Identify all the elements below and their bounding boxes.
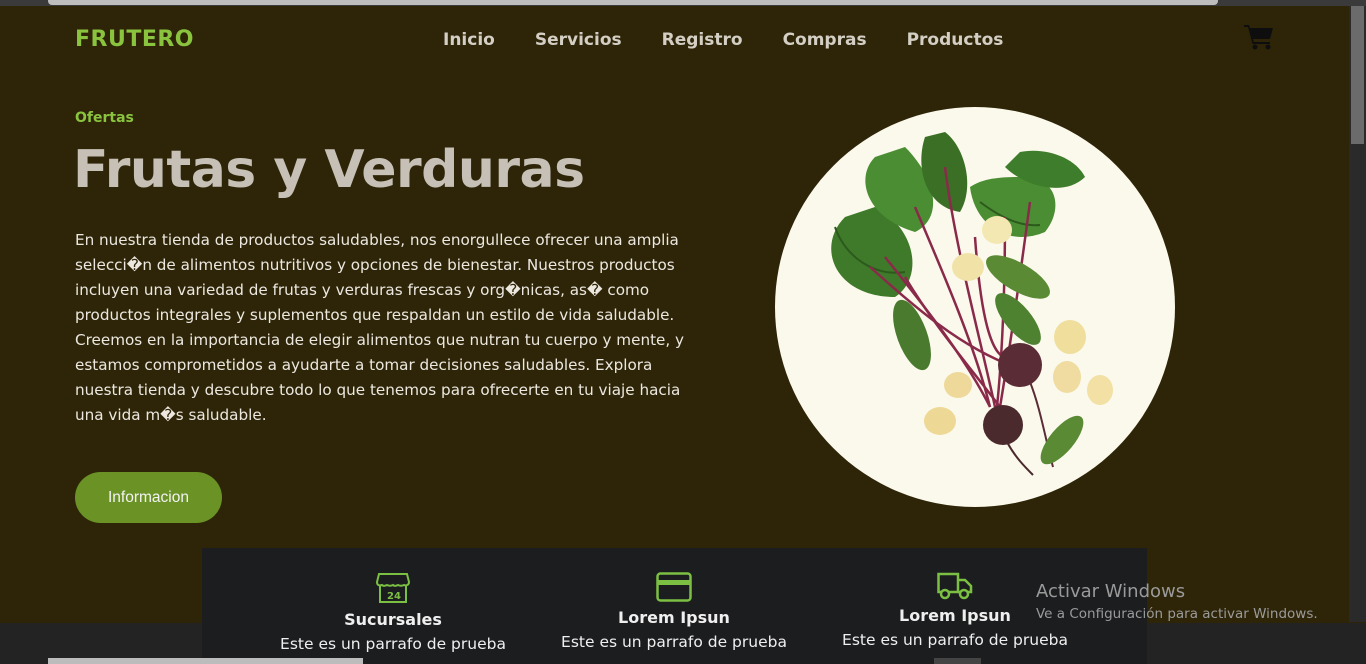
watermark-subtitle: Ve a Configuración para activar Windows.: [1036, 606, 1318, 622]
nav-item-inicio[interactable]: Inicio: [443, 30, 495, 50]
feature-item: Lorem Ipsun Este es un parrafo de prueba: [524, 572, 824, 651]
svg-text:24: 24: [387, 591, 401, 602]
nav-item-registro[interactable]: Registro: [662, 30, 743, 50]
feature-title: Sucursales: [344, 610, 442, 629]
feature-title: Lorem Ipsun: [618, 608, 730, 627]
delivery-truck-icon: [937, 572, 973, 600]
hero-title: Frutas y Verduras: [73, 140, 585, 200]
feature-text: Este es un parrafo de prueba: [842, 631, 1068, 649]
taskbar-strip: [48, 658, 363, 664]
features-section: 24 Sucursales Este es un parrafo de prue…: [202, 548, 1147, 664]
feature-text: Este es un parrafo de prueba: [280, 635, 506, 653]
scrollbar[interactable]: [1349, 6, 1366, 622]
taskbar-strip: [934, 658, 981, 664]
browser-top-bar: [48, 0, 1218, 5]
browser-top-strip: [0, 0, 1366, 6]
nav-item-productos[interactable]: Productos: [907, 30, 1004, 50]
logo[interactable]: FRUTERO: [75, 27, 194, 52]
windows-activation-watermark: Activar Windows Ve a Configuración para …: [1036, 581, 1318, 622]
credit-card-icon: [656, 572, 692, 602]
info-button[interactable]: Informacion: [75, 472, 222, 523]
vegetables-illustration: [831, 132, 1113, 476]
hero-image: [775, 107, 1175, 507]
main-nav: Inicio Servicios Registro Compras Produc…: [443, 30, 1003, 50]
feature-item: 24 Sucursales Este es un parrafo de prue…: [243, 572, 543, 653]
nav-item-servicios[interactable]: Servicios: [535, 30, 622, 50]
hero-description: En nuestra tienda de productos saludable…: [75, 231, 685, 424]
store-24h-icon: 24: [376, 573, 410, 603]
watermark-title: Activar Windows: [1036, 581, 1186, 602]
nav-item-compras[interactable]: Compras: [783, 30, 867, 50]
shopping-cart-icon[interactable]: [1244, 24, 1274, 50]
feature-text: Este es un parrafo de prueba: [561, 633, 787, 651]
hero-eyebrow: Ofertas: [75, 110, 134, 126]
scrollbar-thumb[interactable]: [1351, 6, 1364, 144]
